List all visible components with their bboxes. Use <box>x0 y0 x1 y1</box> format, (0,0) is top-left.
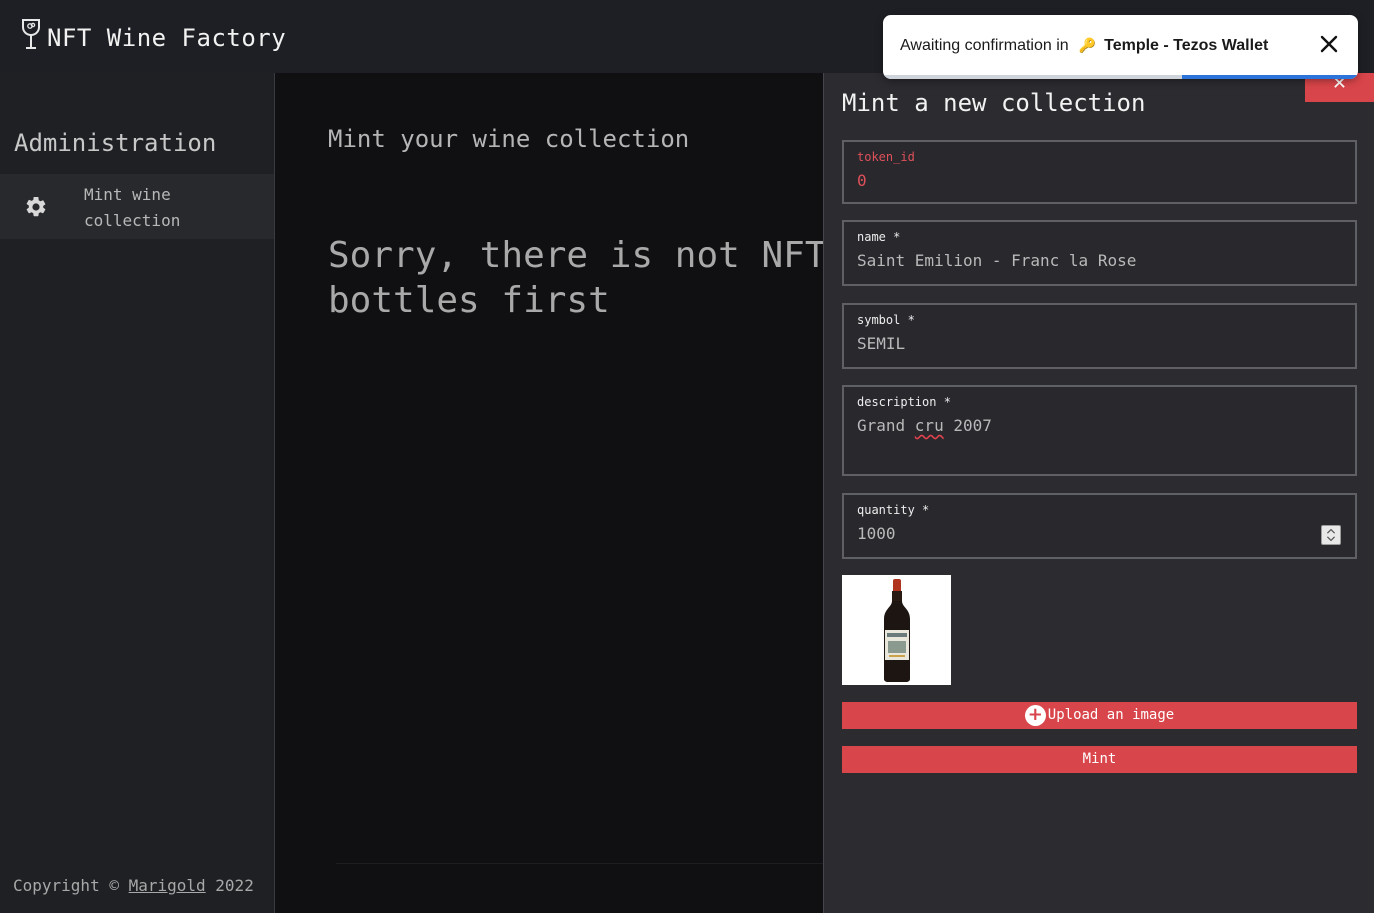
description-label: description * <box>857 395 951 409</box>
toast-message: Awaiting confirmation in 🔑 Temple - Tezos … <box>900 37 1268 55</box>
empty-state-line-2: bottles first <box>328 280 610 321</box>
quantity-stepper[interactable] <box>1321 525 1341 545</box>
toast-progress-bar <box>883 75 1358 79</box>
misspelled-word: cru <box>914 416 944 435</box>
mint-drawer: ✕ Mint a new collection token_id 0 name … <box>823 72 1374 913</box>
name-label: name * <box>857 230 901 244</box>
temple-key-icon: 🔑 <box>1078 37 1097 53</box>
description-text-end: 2007 <box>943 416 992 435</box>
upload-image-button[interactable]: + Upload an image <box>842 702 1357 729</box>
main-content: Mint your wine collection Sorry, there i… <box>276 73 824 913</box>
description-text-start: Grand <box>857 416 915 435</box>
sidebar-item-label: Mint wine collection <box>84 185 181 230</box>
sidebar: Administration Mint wine collection Copy… <box>0 73 275 913</box>
description-value: Grand cru 2007 <box>857 416 992 435</box>
empty-state-message: Sorry, there is not NFT yet, you need to… <box>328 233 824 323</box>
token-id-field[interactable]: token_id 0 <box>842 140 1357 204</box>
name-field[interactable]: name * Saint Emilion - Franc la Rose <box>842 220 1357 286</box>
token-id-label: token_id <box>857 150 915 164</box>
token-id-value: 0 <box>857 171 867 190</box>
app-title[interactable]: NFT Wine Factory <box>47 24 286 52</box>
copyright-suffix: 2022 <box>205 876 254 895</box>
upload-image-label: Upload an image <box>1047 707 1175 723</box>
divider <box>336 863 824 864</box>
wine-bottle-image <box>842 575 951 685</box>
quantity-field[interactable]: quantity * 1000 <box>842 493 1357 559</box>
add-circle-icon: + <box>1024 704 1046 726</box>
toast-wallet-name: Temple - Tezos Wallet <box>1104 37 1269 54</box>
quantity-value: 1000 <box>857 524 896 543</box>
toast-progress-fill <box>1182 75 1358 79</box>
copyright-prefix: Copyright © <box>13 876 129 895</box>
quantity-label: quantity * <box>857 503 930 517</box>
symbol-value: SEMIL <box>857 334 906 353</box>
copyright-text: Copyright © Marigold 2022 <box>13 876 254 895</box>
sidebar-title: Administration <box>14 129 217 157</box>
wallet-confirmation-toast: Awaiting confirmation in 🔑 Temple - Tezos … <box>883 15 1358 79</box>
symbol-field[interactable]: symbol * SEMIL <box>842 303 1357 369</box>
symbol-label: symbol * <box>857 313 915 327</box>
gear-icon <box>26 196 46 217</box>
sidebar-item-mint-wine-collection[interactable]: Mint wine collection <box>0 174 274 239</box>
empty-state-line-1: Sorry, there is not NFT yet, you need to… <box>328 235 824 276</box>
marigold-link[interactable]: Marigold <box>129 876 206 895</box>
toast-message-text: Awaiting confirmation in <box>900 37 1069 54</box>
wine-glass-icon <box>22 19 40 49</box>
mint-button[interactable]: Mint <box>842 746 1357 773</box>
drawer-title: Mint a new collection <box>842 89 1146 117</box>
page-title: Mint your wine collection <box>328 125 690 153</box>
name-value: Saint Emilion - Franc la Rose <box>857 251 1137 270</box>
close-icon[interactable] <box>1318 33 1340 55</box>
description-field[interactable]: description * Grand cru 2007 <box>842 385 1357 476</box>
